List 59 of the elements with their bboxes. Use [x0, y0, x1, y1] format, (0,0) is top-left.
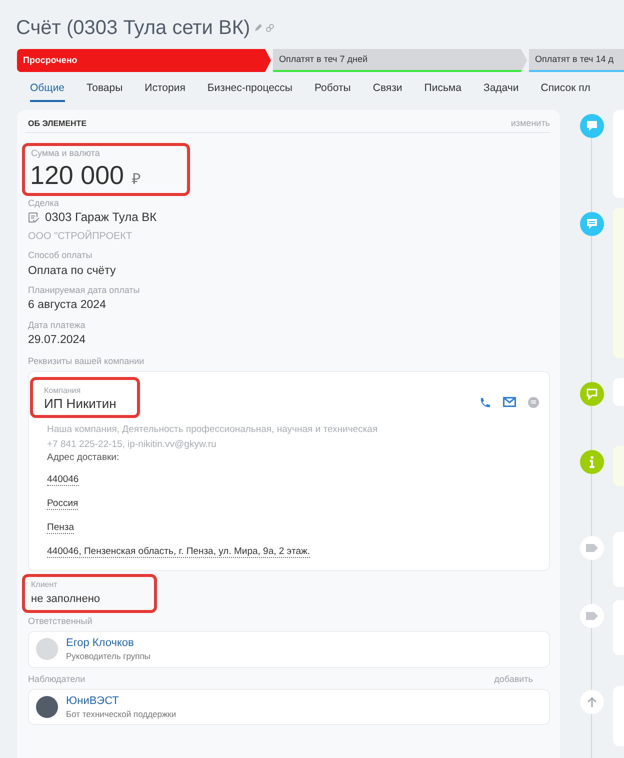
currency-sign: ₽ — [132, 170, 141, 190]
company-name: ИП Никитин — [44, 396, 118, 413]
mail-icon[interactable] — [503, 397, 516, 408]
phone-icon[interactable] — [479, 397, 491, 410]
deal-company: ООО "СТРОЙПРОЕКТ — [28, 230, 134, 244]
stage-button[interactable]: Оплатят в теч 7 дней — [273, 49, 527, 72]
amount-value: 120 000 — [30, 160, 124, 190]
tab[interactable]: Задачи — [483, 81, 519, 102]
field-label: Сумма и валюта — [31, 148, 101, 160]
tab[interactable]: Товары — [86, 81, 123, 102]
tab[interactable]: Общие — [30, 81, 65, 102]
avatar-silhouette — [36, 638, 58, 660]
company-description: Наша компания, Деятельность профессиональная, научная и техническая — [47, 424, 379, 436]
field-value: Оплата по счёту — [28, 264, 117, 278]
address-line[interactable]: 440046 — [47, 474, 79, 486]
address-line[interactable]: Пенза — [47, 522, 74, 534]
field-value: 29.07.2024 — [28, 332, 87, 348]
comment-icon — [586, 120, 598, 132]
tab[interactable]: Связи — [372, 81, 402, 102]
field-label: Ответственный — [28, 616, 92, 628]
field-label: Компания — [44, 386, 82, 396]
tab[interactable]: Письма — [424, 81, 462, 102]
page-title: Счёт (0303 Тула сети ВК) — [16, 16, 250, 41]
deal-link[interactable]: 0303 Гараж Тула ВК — [45, 210, 157, 225]
bot-avatar — [36, 696, 58, 718]
user-name[interactable]: Егор Клочков — [66, 637, 150, 651]
message-icon — [586, 218, 598, 230]
tag-icon — [586, 543, 598, 553]
field-label: Реквизиты вашей компании — [28, 356, 146, 368]
tag-icon — [586, 611, 598, 621]
link-icon[interactable] — [266, 24, 274, 32]
company-contacts: +7 841 225-22-15, ip-nikitin.vv@gkyw.ru — [47, 438, 218, 450]
address-line[interactable]: Россия — [47, 498, 78, 510]
chat-icon[interactable] — [528, 397, 539, 408]
arrow-up-icon — [586, 696, 598, 708]
section-title: ОБ ЭЛЕМЕНТЕ — [28, 118, 87, 129]
document-icon — [28, 212, 39, 223]
field-label: Способ оплаты — [28, 250, 94, 262]
user-role: Руководитель группы — [66, 651, 150, 662]
user-role: Бот технической поддержки — [66, 708, 176, 720]
address-label: Адрес доставки: — [47, 452, 120, 464]
info-icon — [589, 456, 595, 468]
address-line[interactable]: 440046, Пензенская область, г. Пенза, ул. Мира, 9а, 2 этаж. — [47, 546, 310, 558]
tab[interactable]: Бизнес-процессы — [207, 81, 292, 102]
field-label: Клиент — [31, 580, 58, 590]
chat-icon — [586, 388, 598, 400]
tab[interactable]: Роботы — [314, 81, 351, 102]
field-value: не заполнено — [31, 593, 102, 607]
stage-button[interactable]: Оплатят в теч 14 д — [529, 49, 624, 72]
edit-icon[interactable] — [254, 24, 262, 32]
user-name[interactable]: ЮниВЭСТ — [66, 694, 176, 709]
field-label: Дата платежа — [28, 320, 86, 331]
field-label: Сделка — [28, 198, 60, 209]
field-value: 6 августа 2024 — [28, 298, 107, 312]
tab[interactable]: История — [144, 81, 186, 102]
field-label: Планируемая дата оплаты — [28, 284, 141, 296]
tab[interactable]: Список пл — [540, 81, 590, 102]
stage-button[interactable]: Просрочено — [17, 49, 271, 72]
field-label: Наблюдатели — [28, 674, 86, 685]
